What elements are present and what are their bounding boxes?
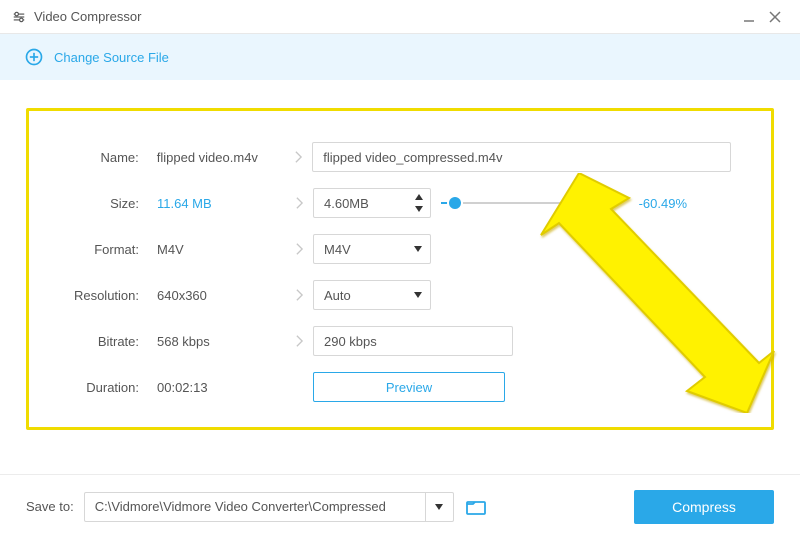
size-slider[interactable]	[441, 196, 621, 210]
open-folder-button[interactable]	[464, 495, 488, 519]
app-title: Video Compressor	[34, 9, 141, 24]
close-button[interactable]	[762, 4, 788, 30]
label-format: Format:	[57, 242, 145, 257]
size-step-down[interactable]	[413, 204, 425, 214]
row-size: Size: 11.64 MB -60.49%	[57, 187, 731, 219]
change-source-bar: Change Source File	[0, 34, 800, 80]
row-bitrate: Bitrate: 568 kbps	[57, 325, 731, 357]
row-duration: Duration: 00:02:13 Preview	[57, 371, 731, 403]
label-resolution: Resolution:	[57, 288, 145, 303]
target-name-input[interactable]	[312, 142, 731, 172]
label-name: Name:	[57, 150, 145, 165]
row-resolution: Resolution: 640x360	[57, 279, 731, 311]
chevron-right-icon	[285, 288, 313, 302]
save-path-dropdown[interactable]	[425, 493, 453, 521]
chevron-right-icon	[285, 242, 313, 256]
preview-button[interactable]: Preview	[313, 372, 505, 402]
target-format-select[interactable]	[313, 234, 431, 264]
title-bar: Video Compressor	[0, 0, 800, 34]
source-size[interactable]: 11.64 MB	[145, 196, 285, 211]
app-icon	[12, 10, 26, 24]
chevron-right-icon	[285, 334, 313, 348]
footer-bar: Save to: C:\Vidmore\Vidmore Video Conver…	[0, 474, 800, 538]
save-to-label: Save to:	[26, 499, 74, 514]
chevron-right-icon	[284, 150, 312, 164]
source-format: M4V	[145, 242, 285, 257]
plus-circle-icon	[24, 47, 44, 67]
size-step-up[interactable]	[413, 192, 425, 202]
row-format: Format: M4V	[57, 233, 731, 265]
compression-percent: -60.49%	[631, 196, 687, 211]
row-name: Name: flipped video.m4v	[57, 141, 731, 173]
source-resolution: 640x360	[145, 288, 285, 303]
settings-panel: Name: flipped video.m4v Size: 11.64 MB	[26, 108, 774, 430]
change-source-link[interactable]: Change Source File	[54, 50, 169, 65]
source-duration: 00:02:13	[145, 380, 285, 395]
minimize-button[interactable]	[736, 4, 762, 30]
target-bitrate-input[interactable]	[313, 326, 513, 356]
label-bitrate: Bitrate:	[57, 334, 145, 349]
compress-button[interactable]: Compress	[634, 490, 774, 524]
label-duration: Duration:	[57, 380, 145, 395]
save-path-value: C:\Vidmore\Vidmore Video Converter\Compr…	[85, 493, 425, 521]
source-name: flipped video.m4v	[145, 150, 285, 165]
save-path-select[interactable]: C:\Vidmore\Vidmore Video Converter\Compr…	[84, 492, 454, 522]
source-bitrate: 568 kbps	[145, 334, 285, 349]
label-size: Size:	[57, 196, 145, 211]
chevron-right-icon	[285, 196, 313, 210]
target-resolution-select[interactable]	[313, 280, 431, 310]
